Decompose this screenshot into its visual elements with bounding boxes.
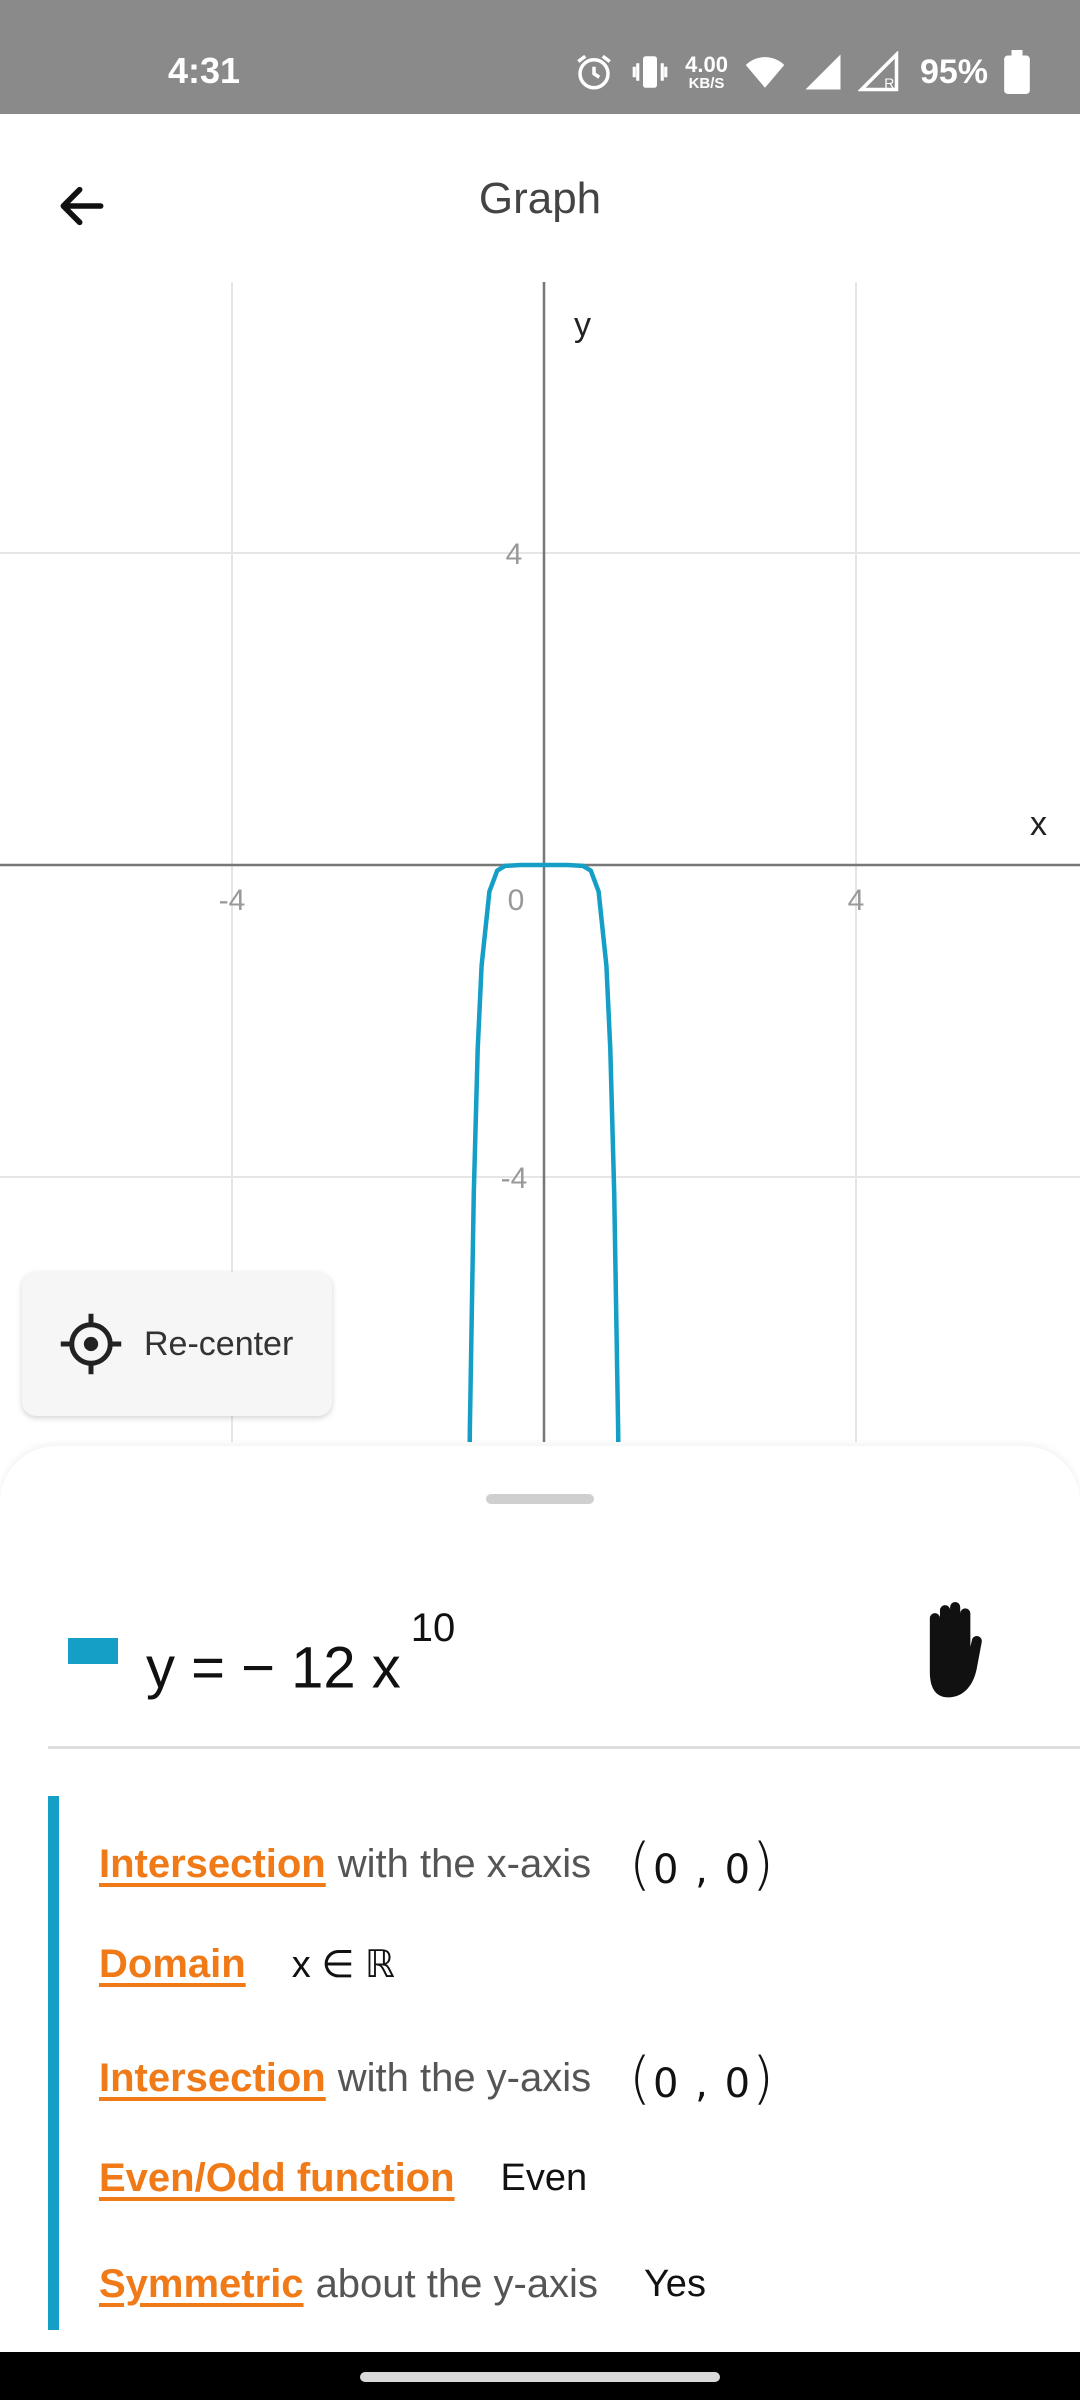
divider [48, 1746, 1080, 1749]
function-equation: y = − 12 x10 [146, 1606, 455, 1701]
vibrate-icon [632, 56, 668, 88]
home-gesture-pill[interactable] [360, 2372, 720, 2382]
y-axis-label: y [574, 306, 591, 344]
app-bar: Graph [0, 114, 1080, 282]
prop-x-intersection: Intersection with the x-axis (0 , 0) [99, 1832, 776, 1897]
prop-symmetric: Symmetric about the y-axis Yes [99, 2262, 706, 2307]
domain-link[interactable]: Domain [99, 1942, 246, 1987]
prop-value: Even [500, 2157, 588, 2199]
signal-icon [805, 54, 841, 90]
equation-exponent: 10 [410, 1606, 456, 1650]
wifi-icon [745, 57, 785, 88]
prop-value: Yes [643, 2263, 706, 2305]
status-time: 4:31 [168, 50, 241, 91]
signal-roaming-icon: R [857, 51, 899, 92]
x-tick-label: 4 [848, 884, 865, 917]
y-tick-label: 4 [506, 538, 523, 571]
origin-label: 0 [508, 884, 525, 917]
drag-handle[interactable] [486, 1494, 594, 1504]
page-title: Graph [478, 174, 602, 223]
recenter-label: Re-center [144, 1324, 294, 1363]
equation-main: y = − 12 x [146, 1635, 401, 1701]
y-tick-label: -4 [501, 1162, 528, 1195]
symmetric-link[interactable]: Symmetric [99, 2262, 304, 2307]
x-axis-label: x [1030, 805, 1047, 843]
prop-text: with the x-axis [337, 1842, 592, 1886]
prop-point: (0 , 0) [629, 1832, 776, 1897]
prop-text: about the y-axis [315, 2262, 598, 2306]
status-icons: 4.00 KB/S R 95% [573, 44, 1032, 100]
recenter-button[interactable]: Re-center [22, 1272, 332, 1416]
bottom-sheet: y = − 12 x10 Intersection with the x-axi… [0, 1446, 1080, 2352]
prop-y-intersection: Intersection with the y-axis (0 , 0) [99, 2046, 776, 2111]
prop-even-odd: Even/Odd function Even [99, 2156, 587, 2201]
battery-icon [1004, 50, 1030, 94]
graph-svg[interactable]: x y 0 -4 4 4 -4 [0, 282, 1080, 1442]
prop-value: x ∈ ℝ [291, 1944, 395, 1986]
x-tick-label: -4 [219, 884, 246, 917]
prop-text: with the y-axis [337, 2056, 592, 2100]
svg-text:R: R [884, 75, 894, 91]
alarm-icon [577, 54, 611, 90]
status-bar: 4:31 4.00 KB/S R 95% [0, 0, 1080, 114]
function-row[interactable]: y = − 12 x10 [0, 1586, 1080, 1716]
prop-point: (0 , 0) [629, 2046, 776, 2111]
system-nav-bar [0, 2352, 1080, 2400]
properties-panel: Intersection with the x-axis (0 , 0) Dom… [48, 1796, 1048, 2330]
intersection-link[interactable]: Intersection [99, 1842, 326, 1887]
prop-domain: Domain x ∈ ℝ [99, 1942, 395, 1987]
hand-icon[interactable] [914, 1598, 990, 1708]
function-color-swatch [68, 1638, 118, 1664]
crosshair-icon [60, 1313, 122, 1375]
intersection-link[interactable]: Intersection [99, 2056, 326, 2101]
graph-canvas[interactable]: x y 0 -4 4 4 -4 [0, 282, 1080, 1442]
even-odd-link[interactable]: Even/Odd function [99, 2156, 455, 2201]
battery-percent: 95% [919, 52, 988, 91]
network-speed: 4.00 KB/S [685, 51, 728, 92]
